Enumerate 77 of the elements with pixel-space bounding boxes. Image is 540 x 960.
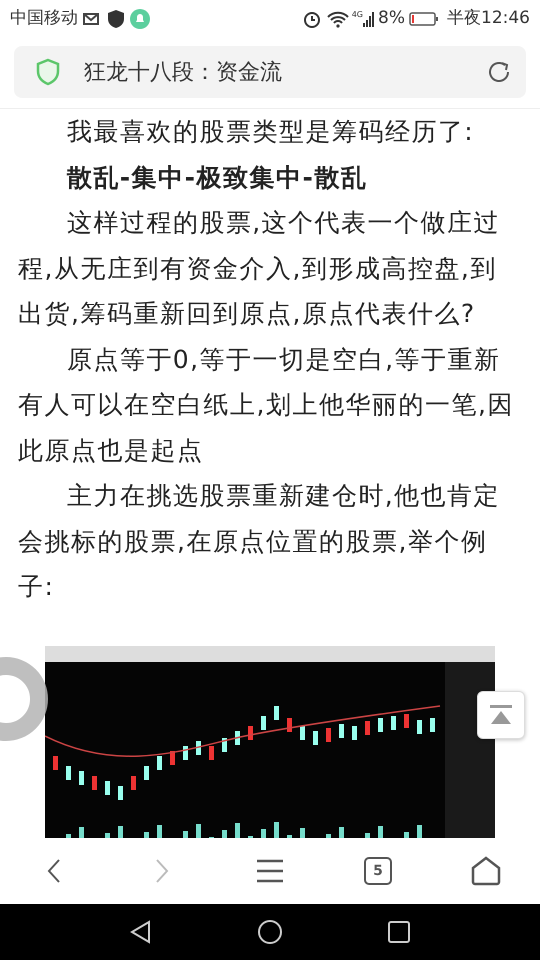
volume-bar xyxy=(235,822,240,838)
paragraph: 主力在挑选股票重新建仓时,他也肯定会挑标的股票,在原点位置的股票,举个例子: xyxy=(17,480,502,603)
candle xyxy=(92,776,97,790)
volume-bar xyxy=(365,832,370,838)
candle xyxy=(144,766,149,780)
menu-icon xyxy=(256,859,284,883)
volume-bar xyxy=(261,828,266,838)
candle xyxy=(235,730,240,744)
page-title: 狂龙十八段：资金流 xyxy=(84,58,283,86)
candle xyxy=(391,716,396,730)
volume-bar xyxy=(222,830,227,838)
volume-bar xyxy=(105,832,110,838)
candle xyxy=(196,740,201,754)
battery-icon xyxy=(409,11,439,27)
candle xyxy=(66,766,71,780)
candle xyxy=(417,720,422,734)
volume-bar xyxy=(118,826,123,838)
bell-icon xyxy=(130,9,150,29)
candle xyxy=(339,724,344,738)
volume-bar xyxy=(183,830,188,838)
volume-bar xyxy=(417,824,422,838)
candle xyxy=(365,720,370,734)
mail-icon xyxy=(82,10,102,28)
candle xyxy=(157,756,162,770)
nav-back-icon[interactable] xyxy=(129,920,153,944)
volume-bar xyxy=(196,824,201,838)
volume-bar xyxy=(144,832,149,838)
candle xyxy=(53,756,58,770)
volume-bar xyxy=(339,826,344,838)
back-icon xyxy=(47,858,61,884)
candle xyxy=(404,714,409,728)
arrow-up-icon xyxy=(489,704,513,726)
carrier-name: 中国移动 xyxy=(10,7,78,30)
volume-bar xyxy=(157,824,162,838)
candle xyxy=(378,718,383,732)
paragraph: 原点等于0,等于一切是空白,等于重新有人可以在空白纸上,划上他华丽的一笔,因此原点也是起点 xyxy=(17,344,515,466)
network-type: 4G xyxy=(352,9,364,21)
candle xyxy=(248,726,253,740)
status-time: 半夜12:46 xyxy=(447,7,530,30)
candle xyxy=(222,738,227,752)
candle xyxy=(274,706,279,720)
volume-bar xyxy=(378,826,383,838)
candle xyxy=(79,770,84,784)
signal-icon xyxy=(363,12,374,26)
home-icon xyxy=(471,856,501,886)
shield-icon xyxy=(36,58,60,86)
shield-icon xyxy=(106,9,126,29)
volume-bar xyxy=(404,832,409,838)
tabs-button[interactable]: 5 xyxy=(348,846,408,896)
paragraph: 这样过程的股票,这个代表一个做庄过程,从无庄到有资金介入,到形成高控盘,到出货,筹码重新回到原点,原点代表什么? xyxy=(17,207,502,330)
candle xyxy=(300,726,305,740)
candle xyxy=(105,780,110,794)
volume-bar xyxy=(300,828,305,838)
candle xyxy=(170,750,175,764)
candle xyxy=(430,718,435,732)
refresh-icon[interactable] xyxy=(486,59,512,85)
alarm-icon xyxy=(302,9,322,29)
candle xyxy=(183,746,188,760)
paragraph: 我最喜欢的股票类型是筹码经历了: xyxy=(66,116,476,148)
volume-bar xyxy=(274,822,279,838)
address-bar[interactable]: 狂龙十八段：资金流 xyxy=(14,46,526,98)
candle xyxy=(131,776,136,790)
candle xyxy=(261,716,266,730)
candle xyxy=(118,786,123,800)
volume-bar xyxy=(79,826,84,838)
back-to-top-button[interactable] xyxy=(477,691,525,739)
nav-home-icon[interactable] xyxy=(257,919,283,945)
candle xyxy=(287,718,292,732)
forward-icon xyxy=(155,858,169,884)
paragraph: 散乱-集中-极致集中-散乱 xyxy=(66,162,368,194)
wifi-icon xyxy=(326,10,350,28)
candle xyxy=(209,746,214,760)
candle xyxy=(352,726,357,740)
nav-recents-icon[interactable] xyxy=(387,920,411,944)
battery-percent: 8% xyxy=(378,7,405,30)
candle xyxy=(326,728,331,742)
candle xyxy=(313,730,318,744)
